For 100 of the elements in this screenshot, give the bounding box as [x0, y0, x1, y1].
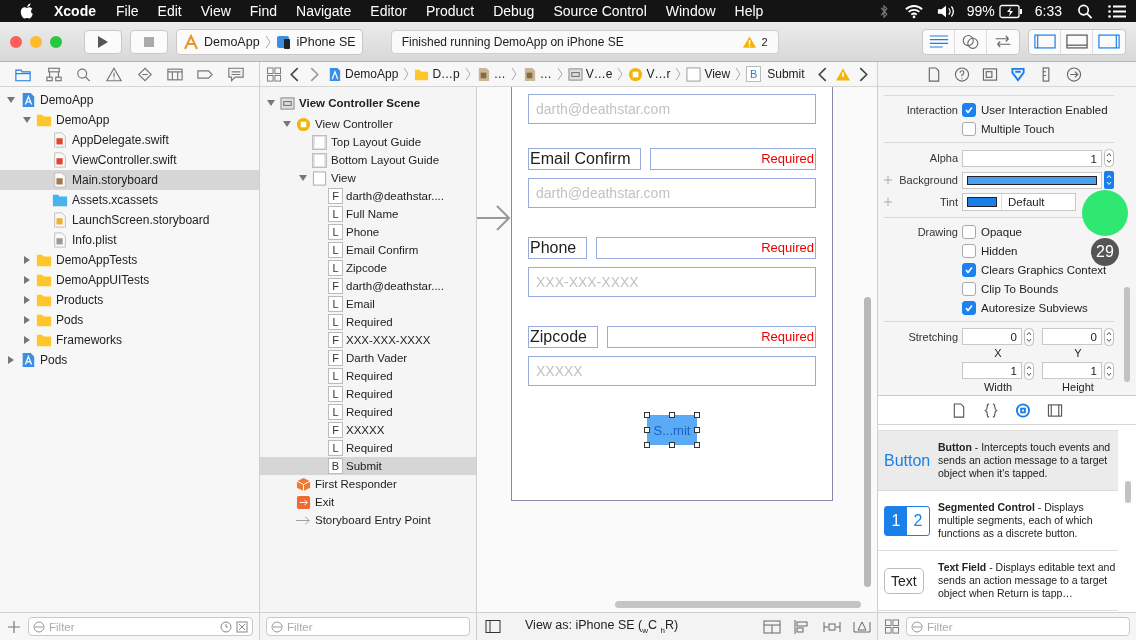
navigator-row[interactable]: DemoAppUITests	[0, 270, 259, 290]
debug-tab-icon[interactable]	[167, 66, 184, 82]
breadcrumb[interactable]: …	[475, 66, 506, 82]
disclosure-triangle-icon[interactable]	[266, 98, 276, 108]
outline-item[interactable]: F XXX-XXX-XXXX	[260, 331, 476, 349]
menu-item[interactable]: Source Control	[553, 3, 647, 19]
color-well[interactable]	[962, 171, 1102, 189]
resolve-icon[interactable]	[853, 619, 871, 634]
resize-handle[interactable]	[694, 442, 700, 448]
test-tab-icon[interactable]	[136, 66, 153, 82]
resize-handle[interactable]	[669, 412, 675, 418]
resize-handle[interactable]	[694, 412, 700, 418]
run-button[interactable]	[84, 29, 122, 54]
outline-item[interactable]: L Phone	[260, 223, 476, 241]
connections-tab-icon[interactable]	[1066, 66, 1082, 82]
resize-handle[interactable]	[694, 427, 700, 433]
outline-item[interactable]: L Required	[260, 367, 476, 385]
resize-handle[interactable]	[644, 412, 650, 418]
report-tab-icon[interactable]	[227, 66, 244, 82]
resize-handle[interactable]	[644, 442, 650, 448]
hierarchy-tab-icon[interactable]	[45, 66, 62, 82]
scrollbar[interactable]	[615, 601, 861, 608]
checkbox[interactable]	[962, 243, 976, 258]
add-icon[interactable]	[8, 620, 20, 633]
navigator-row[interactable]: Frameworks	[0, 330, 259, 350]
battery-icon[interactable]	[998, 3, 1023, 19]
list-icon[interactable]	[1108, 3, 1126, 19]
stepper[interactable]	[1024, 362, 1034, 380]
pin-icon[interactable]	[823, 619, 841, 634]
breadcrumb[interactable]: DemoApp	[327, 66, 399, 82]
navigator-row[interactable]: Pods	[0, 310, 259, 330]
stepper[interactable]	[1024, 328, 1034, 346]
navigator-row[interactable]: LaunchScreen.storyboard	[0, 210, 259, 230]
outline-item[interactable]: L Full Name	[260, 205, 476, 223]
navigator-row[interactable]: DemoApp	[0, 110, 259, 130]
navigator-row[interactable]: Info.plist	[0, 230, 259, 250]
navigator-row[interactable]: ViewController.swift	[0, 150, 259, 170]
scrollbar[interactable]	[864, 297, 871, 587]
menu-item[interactable]: File	[116, 3, 139, 19]
menu-item[interactable]: Window	[665, 3, 716, 19]
breadcrumb[interactable]: V…e	[567, 66, 613, 82]
outline-item[interactable]: L Zipcode	[260, 259, 476, 277]
grid-view-icon[interactable]	[884, 619, 900, 634]
stop-button[interactable]	[130, 29, 168, 54]
search-tab-icon[interactable]	[75, 66, 92, 82]
file-tab-icon[interactable]	[926, 66, 942, 82]
navigator-row[interactable]: Pods	[0, 350, 259, 370]
resize-handle[interactable]	[644, 427, 650, 433]
attributes-tab-icon[interactable]	[1010, 66, 1026, 82]
menu-item[interactable]: View	[200, 3, 231, 19]
identity-tab-icon[interactable]	[982, 66, 998, 82]
app-menu[interactable]: Xcode	[54, 3, 96, 19]
checkbox[interactable]	[962, 102, 976, 117]
navigator-row[interactable]: Assets.xcassets	[0, 190, 259, 210]
clock[interactable]: 6:33	[1034, 3, 1062, 19]
clock-icon[interactable]	[220, 620, 232, 633]
scrollbar[interactable]	[1124, 287, 1130, 382]
object-tab-icon[interactable]	[1015, 402, 1031, 418]
outline-item[interactable]: F darth@deathstar....	[260, 187, 476, 205]
outline-item[interactable]: View Controller	[260, 115, 476, 133]
scrollbar[interactable]	[1125, 481, 1131, 503]
previous-issue-icon[interactable]	[818, 66, 827, 82]
library-item[interactable]: Text Text Field - Displays editable text and sends an action message to a target object when Return is tapp…	[878, 551, 1118, 611]
navigator-row[interactable]: DemoApp	[0, 90, 259, 110]
outline-item[interactable]: L Required	[260, 439, 476, 457]
forward-icon[interactable]	[310, 66, 319, 82]
number-field[interactable]: 1	[962, 362, 1022, 379]
popup-arrows-icon[interactable]	[1104, 171, 1114, 189]
warning-tab-icon[interactable]	[106, 66, 123, 82]
outline-item[interactable]: L Required	[260, 313, 476, 331]
outline-item[interactable]: F XXXXX	[260, 421, 476, 439]
media-tab-icon[interactable]	[1047, 402, 1063, 418]
alpha-field[interactable]: 1	[962, 149, 1102, 167]
folder-tab-icon[interactable]	[15, 66, 32, 82]
checkbox[interactable]	[962, 224, 976, 239]
menu-item[interactable]: Navigate	[296, 3, 352, 19]
volume-icon[interactable]	[936, 3, 955, 19]
checkbox[interactable]	[962, 300, 976, 315]
stepper[interactable]	[1104, 328, 1114, 346]
breadcrumb[interactable]: B Submit	[746, 66, 805, 82]
menu-item[interactable]: Find	[249, 3, 278, 19]
navigator-row[interactable]: Main.storyboard	[0, 170, 259, 190]
menu-item[interactable]: Debug	[493, 3, 535, 19]
wifi-icon[interactable]	[904, 3, 923, 19]
navigator-row[interactable]: DemoAppTests	[0, 250, 259, 270]
outline-item[interactable]: Exit	[260, 493, 476, 511]
outline-item[interactable]: Storyboard Entry Point	[260, 511, 476, 529]
back-icon[interactable]	[290, 66, 299, 82]
breadcrumb[interactable]: View	[686, 66, 731, 82]
related-items-icon[interactable]	[266, 66, 282, 82]
outline-item[interactable]: F Darth Vader	[260, 349, 476, 367]
tint-popup[interactable]: Default	[962, 193, 1076, 211]
sidebar-toggle-icon[interactable]	[485, 619, 501, 634]
stepper[interactable]	[1104, 149, 1114, 167]
library-item[interactable]: 1 2 Segmented Control - Displays multiple segments, each of which functions as a discrete button.	[878, 491, 1118, 551]
scheme-selector[interactable]: DemoApp iPhone SE	[176, 28, 363, 55]
disclosure-triangle-icon[interactable]	[298, 173, 308, 183]
next-issue-icon[interactable]	[859, 66, 868, 82]
checkbox[interactable]	[962, 262, 976, 277]
outline-item[interactable]: F darth@deathstar....	[260, 277, 476, 295]
